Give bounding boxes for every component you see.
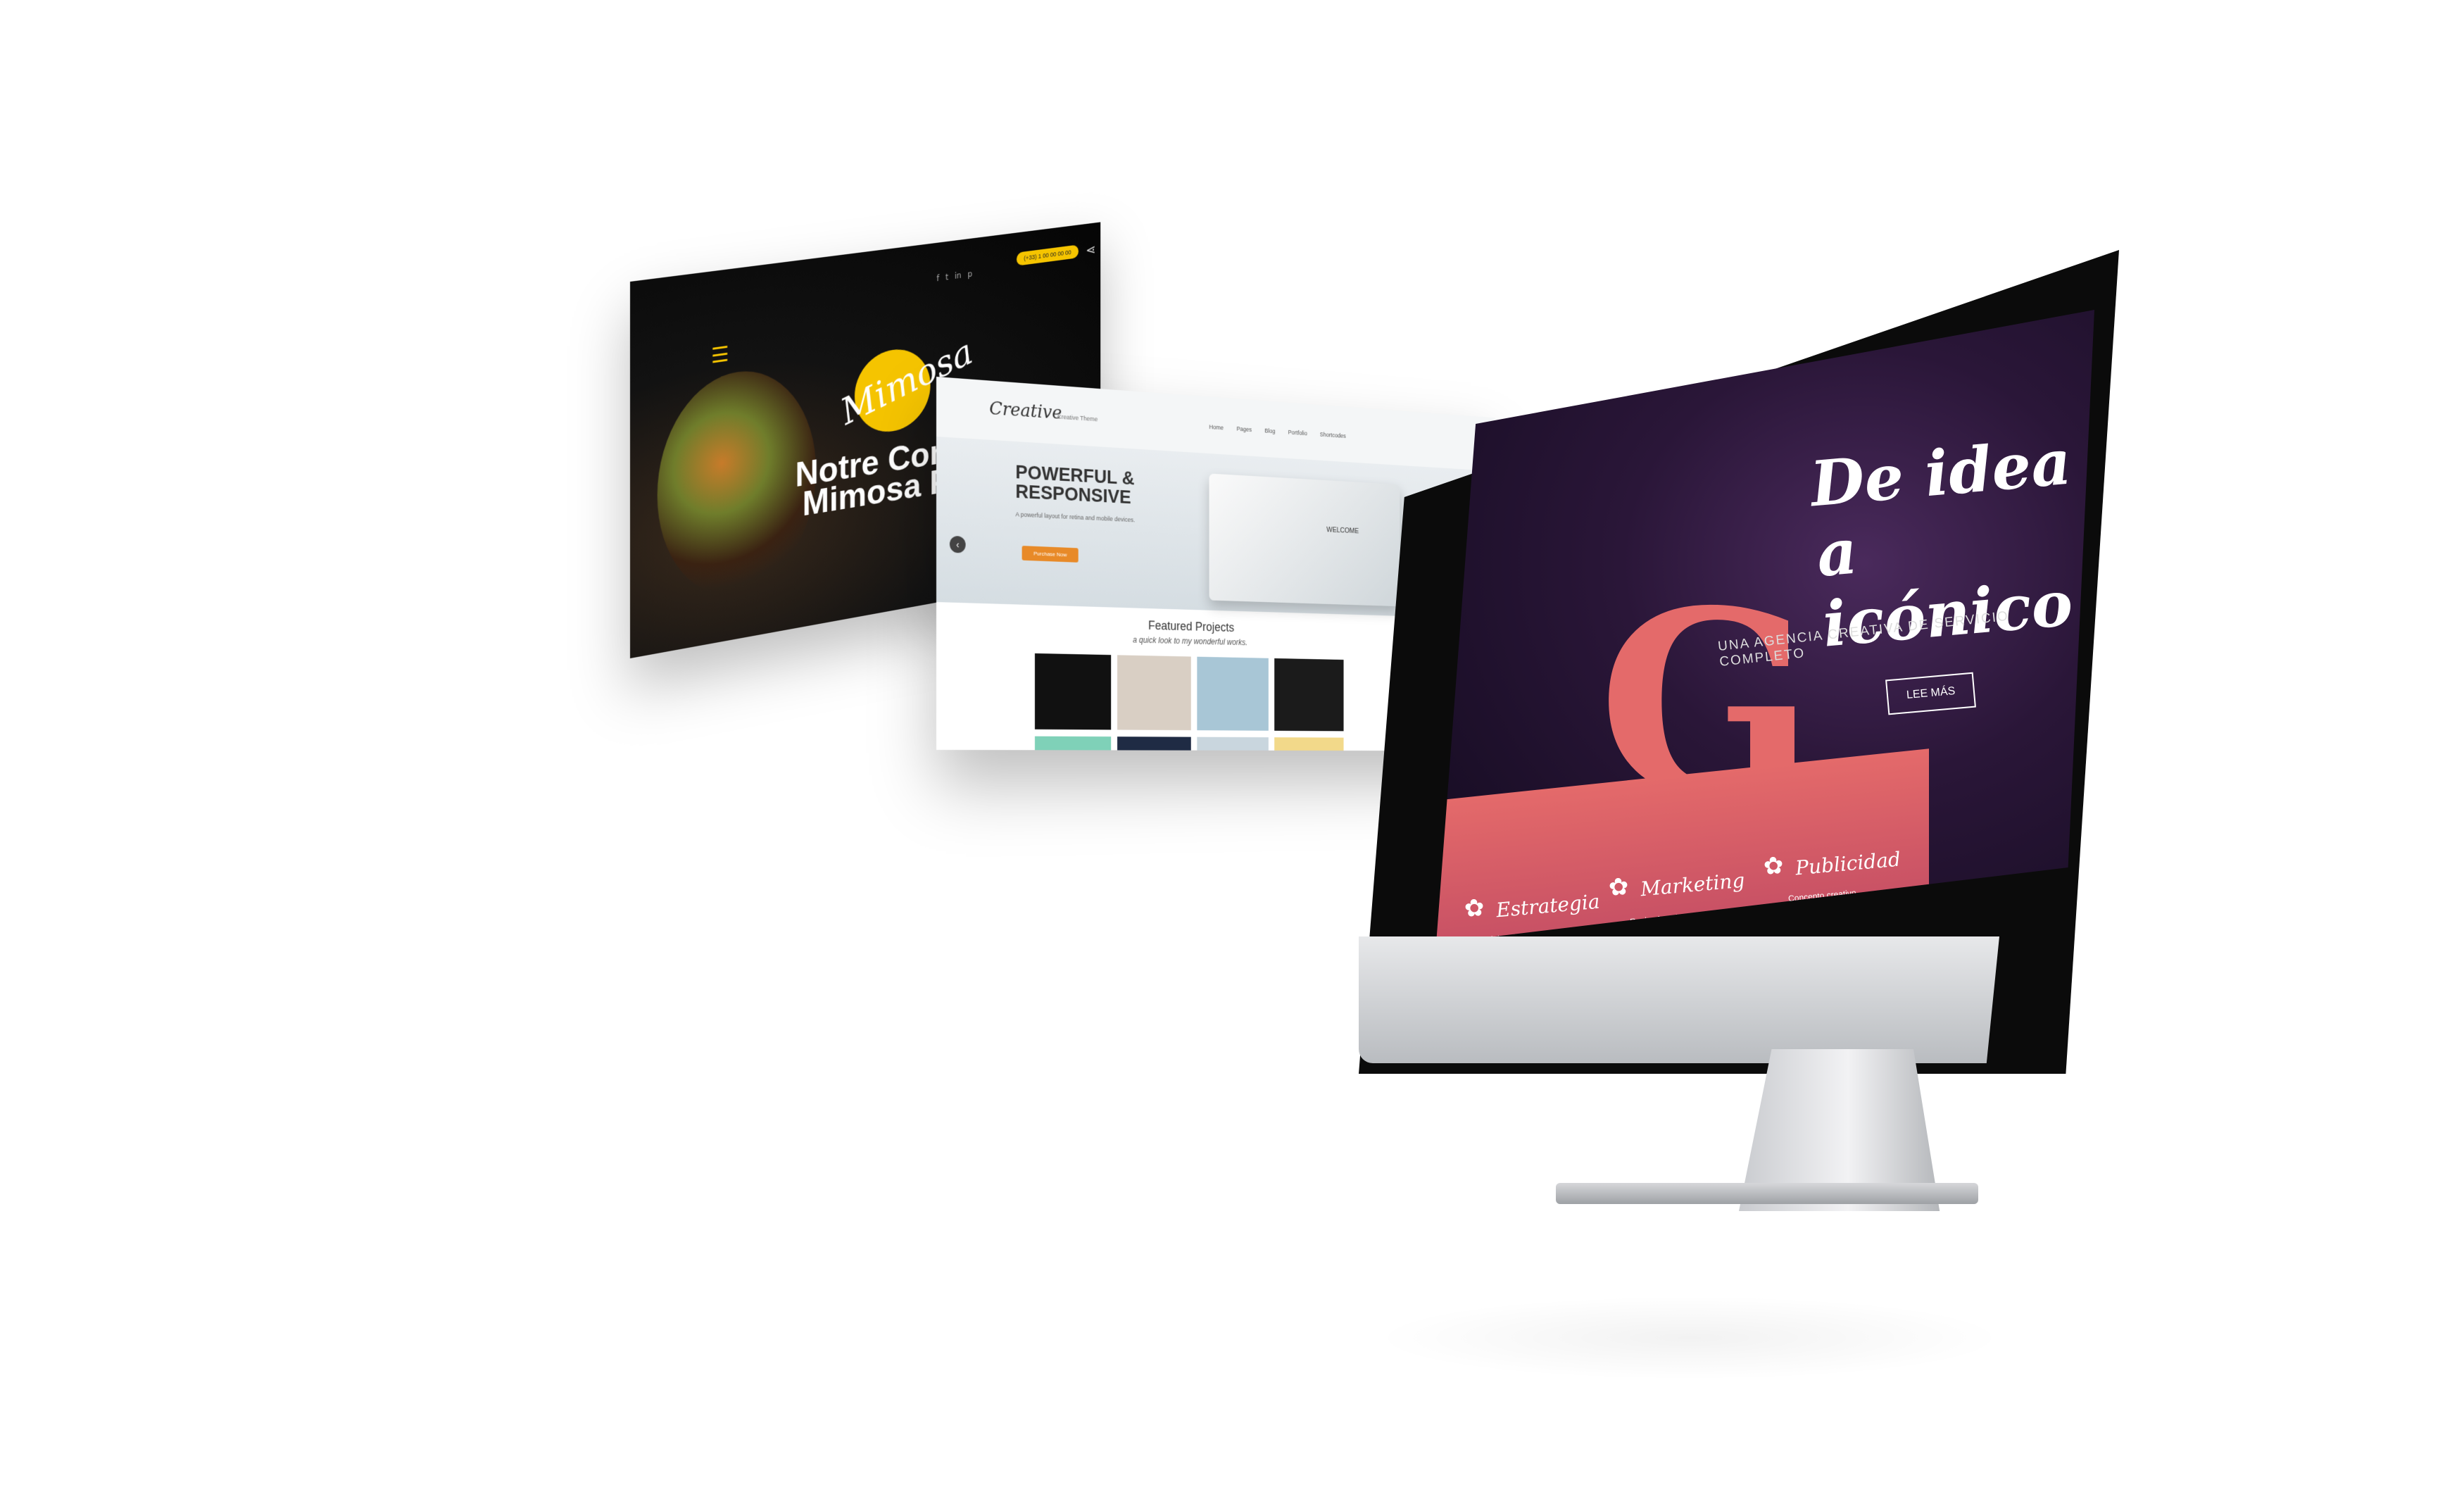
hamburger-menu-icon[interactable]: ☰ — [711, 342, 729, 369]
menu-item-pages[interactable]: Pages — [1237, 425, 1252, 433]
site-tagline: Creative Theme — [1057, 413, 1098, 423]
social-links: f t in p — [936, 269, 972, 283]
main-menu: Home Pages Blog Portfolio Shortcodes — [1209, 423, 1346, 439]
slider-prev-icon[interactable]: ‹ — [949, 535, 966, 553]
project-thumbnail[interactable] — [1117, 655, 1191, 731]
twitter-icon[interactable]: t — [945, 272, 948, 282]
share-icon[interactable]: ⋖ — [1086, 241, 1095, 258]
hero-cta-button[interactable]: Purchase Now — [1022, 546, 1079, 563]
menu-item-portfolio[interactable]: Portfolio — [1288, 429, 1307, 437]
project-thumbnail[interactable] — [1197, 656, 1269, 731]
project-grid — [1034, 653, 1344, 751]
devices-mockup-image: WELCOME — [1209, 473, 1400, 607]
pinterest-icon[interactable]: p — [967, 269, 972, 279]
project-thumbnail[interactable] — [1197, 737, 1269, 751]
featured-projects-title: Featured Projects — [1148, 618, 1235, 634]
project-thumbnail[interactable] — [1274, 737, 1344, 751]
floor-reflection — [1373, 1296, 2006, 1380]
menu-item-blog[interactable]: Blog — [1264, 427, 1275, 434]
hero-title-line-2: RESPONSIVE — [1015, 480, 1131, 508]
project-thumbnail[interactable] — [1117, 737, 1191, 751]
advertising-icon: ✿ — [1762, 851, 1785, 882]
hero-text: A powerful layout for retina and mobile … — [1015, 510, 1136, 524]
hero-title: POWERFUL & RESPONSIVE — [1015, 461, 1134, 508]
imac-chin — [1359, 936, 1999, 1063]
phone-button[interactable]: (+33) 1 00 00 00 00 — [1016, 244, 1079, 266]
linkedin-icon[interactable]: in — [955, 270, 962, 281]
menu-item-shortcodes[interactable]: Shortcodes — [1320, 431, 1346, 439]
featured-projects-subtitle: a quick look to my wonderful works. — [1133, 634, 1248, 648]
facebook-icon[interactable]: f — [936, 273, 939, 283]
project-thumbnail[interactable] — [1034, 653, 1112, 730]
project-thumbnail[interactable] — [1274, 658, 1344, 732]
project-thumbnail[interactable] — [1034, 736, 1112, 751]
site-logo[interactable]: Creative — [989, 398, 1062, 423]
marketing-icon: ✿ — [1607, 872, 1630, 903]
agency-website-screen: G De idea a icónico UNA AGENCIA CREATIVA… — [1436, 310, 2094, 944]
imac-base — [1556, 1183, 1978, 1204]
menu-item-home[interactable]: Home — [1209, 423, 1224, 431]
welcome-label: WELCOME — [1326, 525, 1359, 536]
read-more-button[interactable]: LEE MÁS — [1885, 672, 1977, 715]
strategy-icon: ✿ — [1463, 893, 1486, 924]
